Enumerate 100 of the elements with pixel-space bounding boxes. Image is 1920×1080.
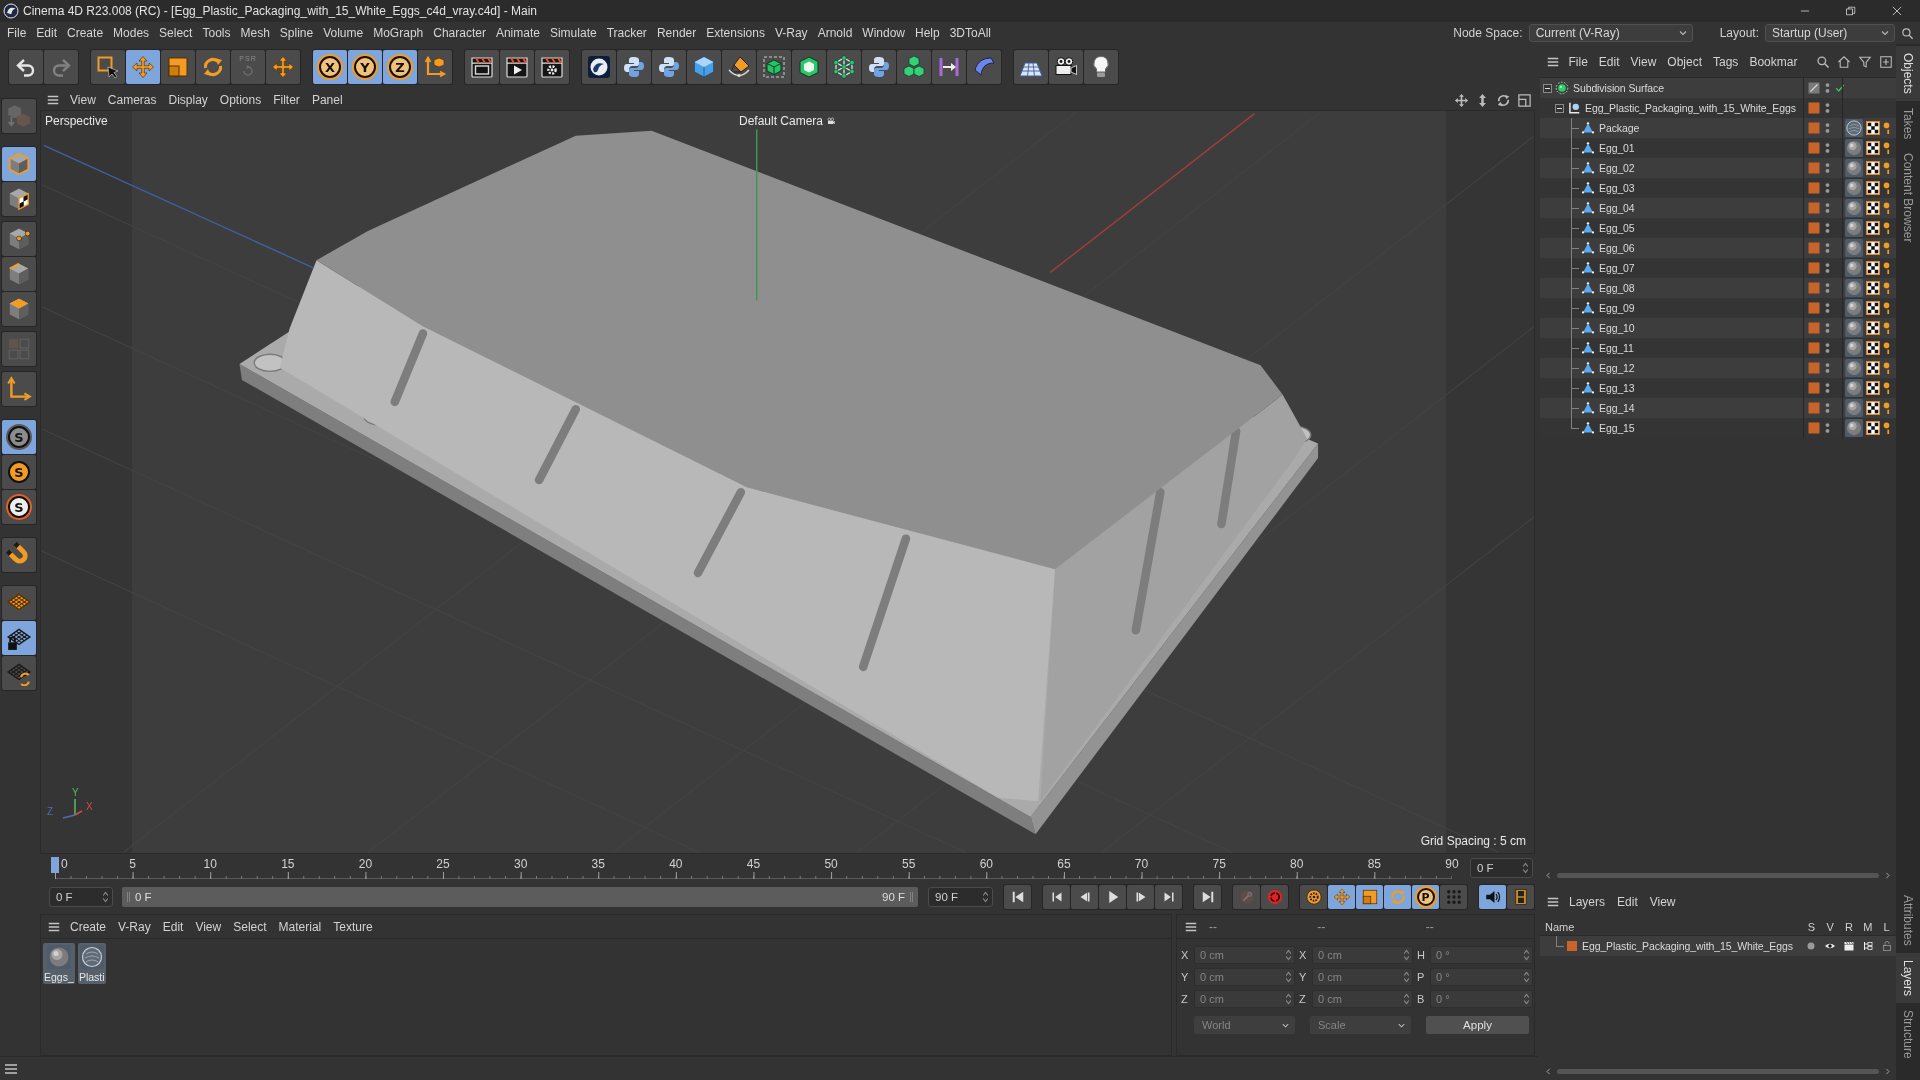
toolbar-button[interactable] [862, 50, 896, 84]
menu-item[interactable]: V-Ray [769, 26, 813, 40]
toolbar-button[interactable] [91, 50, 125, 84]
sphere-tag-icon[interactable] [1845, 279, 1863, 297]
tree-list-icon[interactable] [1861, 940, 1874, 952]
menu-item[interactable]: MoGraph [368, 26, 429, 40]
checker-tag-icon[interactable] [1866, 201, 1880, 215]
visibility-dots-icon[interactable] [1825, 222, 1830, 234]
menu-item[interactable]: Help [910, 26, 945, 40]
object-name[interactable]: Egg_Plastic_Packaging_with_15_White_Eggs [1585, 102, 1796, 114]
tool-button[interactable]: S [2, 490, 36, 524]
window-split-icon[interactable] [1517, 92, 1532, 108]
sphere-tag-icon[interactable] [1845, 199, 1863, 217]
toolbar-button[interactable]: Y [348, 50, 382, 84]
viewport-canvas[interactable]: Perspective Default Camera Grid Spacing : 5 cm Z Y X [40, 110, 1535, 854]
toolbar-button[interactable] [932, 50, 966, 84]
visibility-dots-icon[interactable] [1825, 162, 1830, 174]
scroll-right-icon[interactable] [1883, 1067, 1892, 1076]
toolbar-button[interactable] [465, 50, 499, 84]
restore-icon[interactable] [1844, 4, 1858, 18]
tool-button[interactable]: S [2, 455, 36, 489]
menu-item[interactable]: Tracker [601, 26, 652, 40]
visibility-dots-icon[interactable] [1825, 342, 1830, 354]
sphere-tag-icon[interactable] [1845, 319, 1863, 337]
object-name[interactable]: Egg_07 [1599, 262, 1635, 274]
menu-item[interactable]: View [1625, 55, 1662, 69]
menu-item[interactable]: Edit [156, 919, 190, 934]
object-name[interactable]: Package [1599, 122, 1640, 134]
visibility-dots-icon[interactable] [1825, 402, 1830, 414]
menu-item[interactable]: Panel [305, 93, 349, 107]
visibility-dots-icon[interactable] [1825, 142, 1830, 154]
menu-item[interactable]: V-Ray [112, 919, 157, 934]
object-name[interactable]: Egg_02 [1599, 162, 1635, 174]
sphere-tag-icon[interactable] [1845, 299, 1863, 317]
playback-button[interactable] [1043, 885, 1070, 909]
start-frame-field[interactable]: 0 F [49, 887, 113, 907]
scroll-right-icon[interactable] [1883, 871, 1892, 880]
checker-tag-icon[interactable] [1866, 141, 1880, 155]
object-name[interactable]: Egg_12 [1599, 362, 1635, 374]
checker-tag-icon[interactable] [1866, 181, 1880, 195]
toolbar-button[interactable] [722, 50, 756, 84]
four-way-arrow-icon[interactable] [1454, 92, 1469, 108]
object-name[interactable]: Egg_08 [1599, 282, 1635, 294]
scroll-left-icon[interactable] [1544, 871, 1553, 880]
visibility-dots-icon[interactable] [1825, 122, 1830, 134]
tool-button[interactable] [2, 656, 36, 690]
visibility-dots-icon[interactable] [1825, 282, 1830, 294]
playhead-handle[interactable] [51, 857, 59, 873]
menu-item[interactable]: Edit [1593, 55, 1626, 69]
object-name[interactable]: Egg_06 [1599, 242, 1635, 254]
search-icon[interactable] [1816, 55, 1830, 69]
sphere-tag-icon[interactable] [1845, 219, 1863, 237]
object-name[interactable]: Egg_09 [1599, 302, 1635, 314]
playback-button[interactable] [1194, 885, 1221, 909]
checker-tag-icon[interactable] [1866, 221, 1880, 235]
menu-item[interactable]: Volume [318, 26, 369, 40]
menu-item[interactable]: Extensions [701, 26, 770, 40]
checker-tag-icon[interactable] [1866, 421, 1880, 435]
tool-button[interactable]: S [2, 420, 36, 454]
object-name[interactable]: Egg_15 [1599, 422, 1635, 434]
playback-button[interactable]: P [1412, 885, 1439, 909]
sphere-tag-icon[interactable] [1845, 379, 1863, 397]
menu-item[interactable]: Cameras [101, 93, 163, 107]
menu-item[interactable]: View [189, 919, 228, 934]
visibility-dots-icon[interactable] [1825, 182, 1830, 194]
menu-item[interactable]: File [2, 26, 32, 40]
close-icon[interactable] [1890, 4, 1904, 18]
checker-tag-icon[interactable] [1866, 341, 1880, 355]
menu-item[interactable]: Animate [490, 26, 545, 40]
menu-item[interactable]: Tags [1707, 55, 1744, 69]
menu-item[interactable]: 3DToAll [944, 26, 997, 40]
toolbar-button[interactable] [1014, 50, 1048, 84]
playback-button[interactable] [1507, 885, 1534, 909]
menu-item[interactable]: File [1563, 55, 1594, 69]
horizontal-scrollbar[interactable] [1557, 1069, 1879, 1074]
checker-tag-icon[interactable] [1866, 161, 1880, 175]
visibility-dots-icon[interactable] [1825, 362, 1830, 374]
current-frame-field[interactable]: 0 F [1470, 858, 1533, 878]
toolbar-button[interactable]: X [313, 50, 347, 84]
object-name[interactable]: Egg_11 [1599, 342, 1634, 354]
playback-button[interactable] [1479, 885, 1506, 909]
side-tab[interactable]: Layers [1896, 952, 1920, 1003]
playback-button[interactable] [1300, 885, 1327, 909]
visibility-dots-icon[interactable] [1825, 382, 1830, 394]
toolbar-button[interactable] [1084, 50, 1118, 84]
material-tile[interactable]: Eggs_ [43, 943, 75, 984]
visibility-dots-icon[interactable] [1825, 422, 1830, 434]
preview-range-bar[interactable]: 0 F 90 F [122, 887, 918, 907]
sphere-tag-icon[interactable] [1845, 399, 1863, 417]
tool-button[interactable] [2, 182, 36, 216]
menu-item[interactable]: Modes [108, 26, 155, 40]
menu-item[interactable]: View [1643, 895, 1682, 909]
menu-item[interactable]: Texture [327, 919, 379, 934]
sphere-tag-icon[interactable] [1845, 339, 1863, 357]
house-icon[interactable] [1837, 55, 1851, 69]
object-name[interactable]: Egg_03 [1599, 182, 1635, 194]
playback-button[interactable] [1127, 885, 1154, 909]
menu-icon[interactable] [46, 93, 60, 107]
sphere-tag-icon[interactable] [1845, 239, 1863, 257]
visibility-dots-icon[interactable] [1825, 322, 1830, 334]
